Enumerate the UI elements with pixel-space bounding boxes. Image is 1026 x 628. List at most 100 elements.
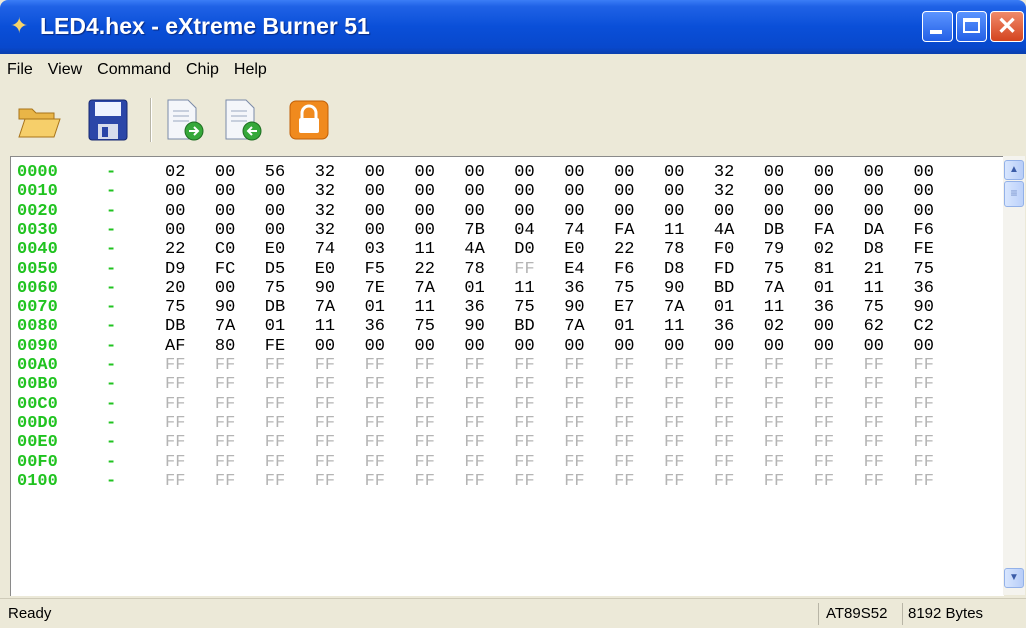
vertical-scrollbar[interactable]: ▲ ≡ ▼ (1003, 156, 1025, 595)
hex-byte[interactable]: FF (514, 414, 534, 433)
hex-byte[interactable]: FF (265, 472, 285, 491)
hex-byte[interactable]: FF (914, 375, 934, 394)
hex-byte[interactable]: FF (165, 356, 185, 375)
hex-byte[interactable]: FF (614, 433, 634, 452)
scroll-down-button[interactable]: ▼ (1004, 568, 1024, 588)
hex-byte[interactable]: FF (265, 375, 285, 394)
hex-byte[interactable]: FF (265, 356, 285, 375)
hex-byte[interactable]: 00 (914, 163, 934, 182)
hex-byte[interactable]: FF (664, 472, 684, 491)
hex-byte[interactable]: 00 (464, 182, 484, 201)
hex-byte[interactable]: FF (914, 395, 934, 414)
hex-byte[interactable]: 32 (714, 182, 734, 201)
hex-byte[interactable]: E0 (564, 240, 584, 259)
hex-byte[interactable]: C2 (914, 317, 934, 336)
hex-byte[interactable]: 00 (664, 163, 684, 182)
hex-byte[interactable]: FF (564, 395, 584, 414)
hex-byte[interactable]: 00 (464, 337, 484, 356)
hex-byte[interactable]: FF (614, 472, 634, 491)
hex-byte[interactable]: 00 (215, 279, 235, 298)
hex-byte[interactable]: FF (664, 414, 684, 433)
hex-byte[interactable]: FF (415, 472, 435, 491)
hex-byte[interactable]: 00 (664, 337, 684, 356)
hex-byte[interactable]: 00 (764, 202, 784, 221)
hex-byte[interactable]: 7E (365, 279, 385, 298)
hex-byte[interactable]: FF (415, 375, 435, 394)
hex-byte[interactable]: 75 (614, 279, 634, 298)
hex-byte[interactable]: FF (464, 414, 484, 433)
hex-byte[interactable]: FF (814, 414, 834, 433)
hex-byte[interactable]: FF (664, 375, 684, 394)
hex-byte[interactable]: 00 (664, 202, 684, 221)
hex-byte[interactable]: 75 (265, 279, 285, 298)
hex-byte[interactable]: 00 (814, 337, 834, 356)
hex-byte[interactable]: 62 (864, 317, 884, 336)
hex-byte[interactable]: 00 (215, 221, 235, 240)
hex-byte[interactable]: 00 (564, 202, 584, 221)
hex-byte[interactable]: 90 (215, 298, 235, 317)
hex-byte[interactable]: FF (714, 356, 734, 375)
hex-byte[interactable]: FF (365, 472, 385, 491)
hex-byte[interactable]: FF (365, 375, 385, 394)
hex-byte[interactable]: 90 (914, 298, 934, 317)
hex-byte[interactable]: FF (764, 375, 784, 394)
hex-byte[interactable]: 11 (415, 240, 435, 259)
hex-byte[interactable]: FF (365, 433, 385, 452)
hex-byte[interactable]: FF (415, 414, 435, 433)
hex-byte[interactable]: 00 (415, 337, 435, 356)
hex-byte[interactable]: 00 (864, 337, 884, 356)
hex-byte[interactable]: FF (464, 375, 484, 394)
hex-byte[interactable]: FF (464, 472, 484, 491)
hex-byte[interactable]: 36 (714, 317, 734, 336)
hex-byte[interactable]: FF (914, 433, 934, 452)
hex-byte[interactable]: FF (315, 433, 335, 452)
hex-byte[interactable]: FC (215, 260, 235, 279)
hex-byte[interactable]: D8 (664, 260, 684, 279)
hex-byte[interactable]: 00 (265, 221, 285, 240)
hex-byte[interactable]: 00 (564, 182, 584, 201)
hex-byte[interactable]: 02 (165, 163, 185, 182)
open-button[interactable] (16, 97, 62, 143)
hex-byte[interactable]: 00 (914, 182, 934, 201)
hex-byte[interactable]: 7A (764, 279, 784, 298)
hex-byte[interactable]: FF (914, 453, 934, 472)
hex-byte[interactable]: FF (614, 414, 634, 433)
hex-byte[interactable]: 7A (564, 317, 584, 336)
hex-byte[interactable]: 78 (464, 260, 484, 279)
menu-view[interactable]: View (41, 58, 90, 86)
menu-help[interactable]: Help (227, 58, 275, 86)
lock-button[interactable] (286, 97, 332, 143)
hex-byte[interactable]: 7A (315, 298, 335, 317)
hex-byte[interactable]: 00 (864, 182, 884, 201)
hex-byte[interactable]: 75 (914, 260, 934, 279)
menu-chip[interactable]: Chip (179, 58, 227, 86)
hex-byte[interactable]: FF (764, 414, 784, 433)
hex-byte[interactable]: 00 (165, 182, 185, 201)
hex-byte[interactable]: FF (564, 472, 584, 491)
hex-byte[interactable]: 00 (415, 202, 435, 221)
hex-byte[interactable]: 80 (215, 337, 235, 356)
hex-byte[interactable]: 36 (914, 279, 934, 298)
hex-byte[interactable]: FF (415, 395, 435, 414)
read-chip-button[interactable] (162, 97, 208, 143)
hex-byte[interactable]: FF (864, 414, 884, 433)
hex-byte[interactable]: FF (464, 356, 484, 375)
hex-byte[interactable]: FF (464, 433, 484, 452)
hex-byte[interactable]: FF (664, 356, 684, 375)
hex-byte[interactable]: 81 (814, 260, 834, 279)
hex-byte[interactable]: 11 (514, 279, 534, 298)
hex-view[interactable]: 0000-02 00 56 32 00 00 00 00 00 00 00 32 00 00 00 00 001… (10, 156, 1004, 596)
hex-byte[interactable]: BD (514, 317, 534, 336)
hex-byte[interactable]: 21 (864, 260, 884, 279)
hex-byte[interactable]: FE (914, 240, 934, 259)
hex-byte[interactable]: 32 (315, 182, 335, 201)
hex-byte[interactable]: FF (864, 395, 884, 414)
hex-byte[interactable]: 7B (464, 221, 484, 240)
hex-byte[interactable]: 00 (814, 317, 834, 336)
hex-byte[interactable]: 00 (664, 182, 684, 201)
hex-byte[interactable]: FF (265, 433, 285, 452)
hex-byte[interactable]: FF (415, 356, 435, 375)
hex-byte[interactable]: 36 (564, 279, 584, 298)
hex-byte[interactable]: FF (315, 453, 335, 472)
close-button[interactable]: ✕ (990, 11, 1024, 42)
